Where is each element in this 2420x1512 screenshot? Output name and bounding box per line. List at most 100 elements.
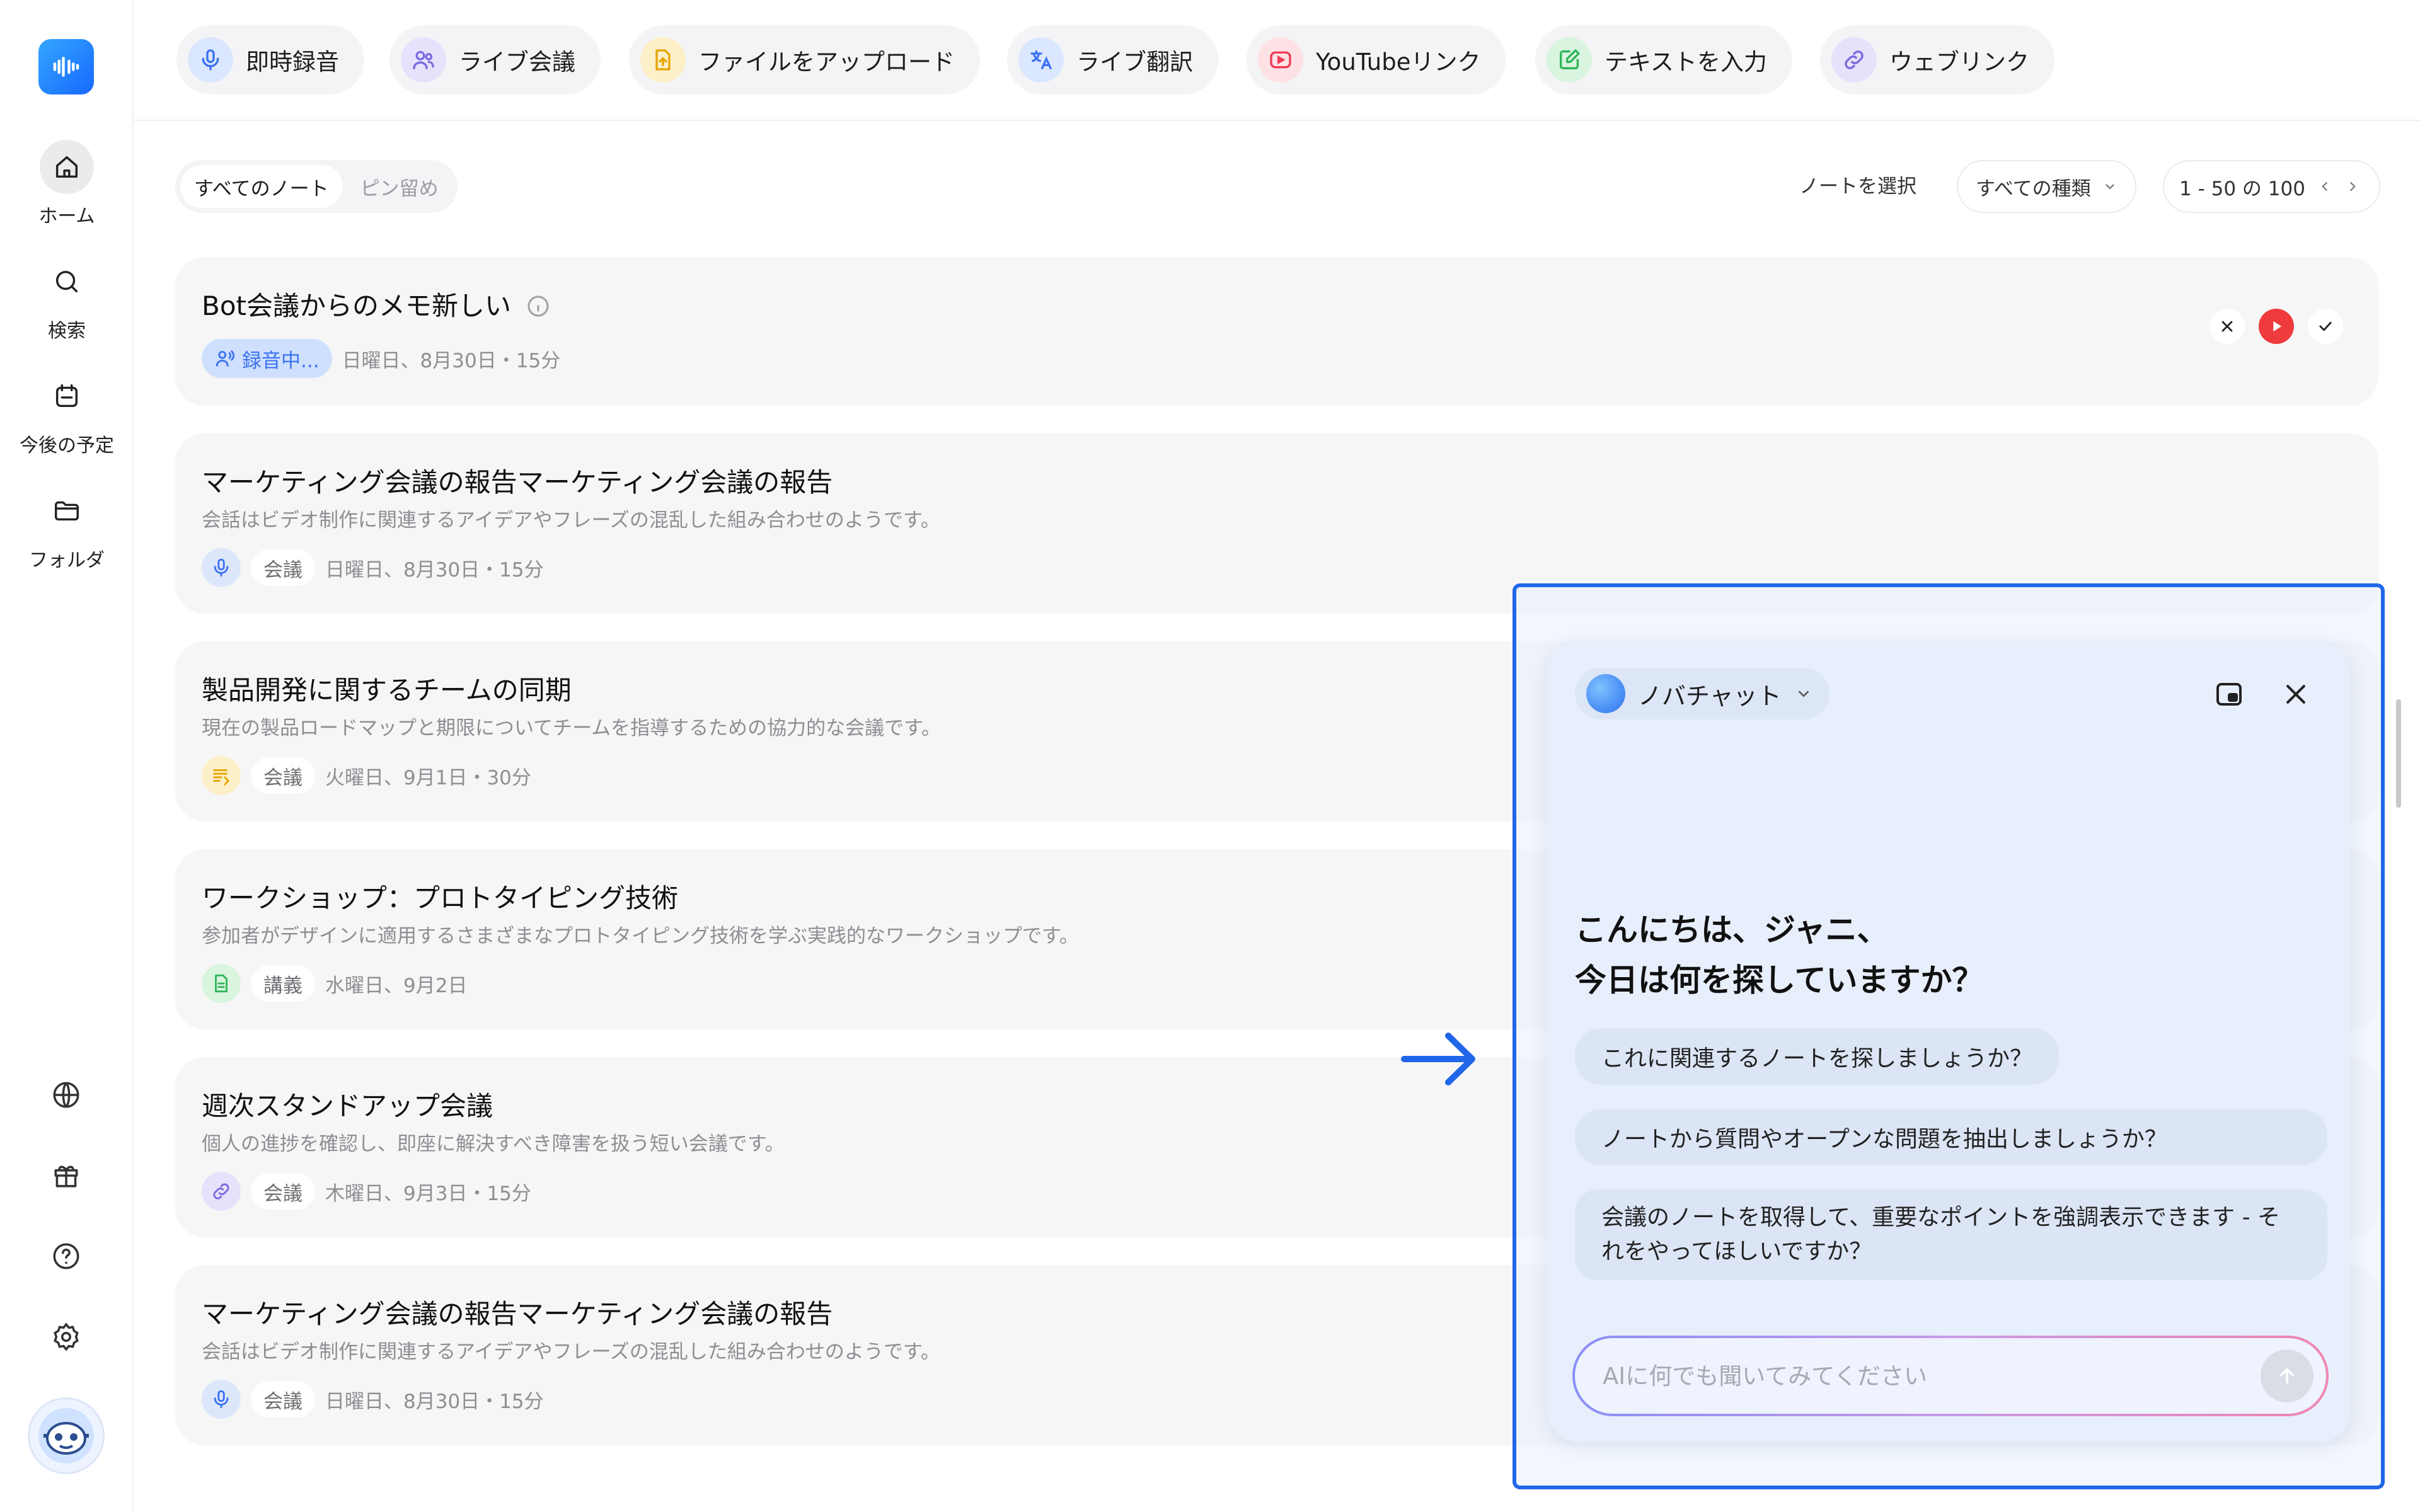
suggestion-chip[interactable]: 会議のノートを取得して、重要なポイントを強調表示できます - それをやってほしい… <box>1575 1189 2327 1280</box>
gift-icon <box>54 1166 78 1188</box>
assistant-orb-icon <box>1586 674 1625 713</box>
upload-file-icon <box>655 49 671 71</box>
app-logo[interactable] <box>38 39 94 94</box>
note-date: 木曜日、9月3日・15分 <box>325 1182 531 1205</box>
link-icon <box>213 1183 229 1200</box>
arrow-right-icon <box>1401 1033 1475 1085</box>
note-date: 日曜日、8月30日・15分 <box>325 558 544 581</box>
select-notes-button[interactable]: ノートを選択 <box>1799 170 1916 198</box>
chevron-down-icon <box>2106 184 2114 190</box>
scrollbar-thumb[interactable] <box>2396 699 2401 808</box>
link-icon <box>1845 50 1864 69</box>
toolbar-button-label: ウェブリンク <box>1889 49 2029 76</box>
sidebar-item-search[interactable]: 検索 <box>0 255 134 343</box>
play-icon <box>2273 321 2282 332</box>
note-type-tag: 講義 <box>251 965 315 1002</box>
note-meta: 会議 木曜日、9月3日・15分 <box>202 1172 531 1211</box>
help-button[interactable] <box>38 1228 94 1284</box>
note-title: 週次スタンドアップ会議 <box>202 1091 493 1121</box>
language-button[interactable] <box>38 1067 94 1123</box>
note-date: 水曜日、9月2日 <box>325 974 468 997</box>
note-meta: 会議 日曜日、8月30日・15分 <box>202 548 544 587</box>
tab-all-notes[interactable]: すべてのノート <box>180 165 343 208</box>
search-icon <box>55 270 78 293</box>
help-icon <box>53 1243 79 1269</box>
instant-record-button[interactable]: 即時録音 <box>176 25 364 94</box>
note-meta: 録音中... 日曜日、8月30日・15分 <box>202 339 560 378</box>
document-icon <box>215 974 228 993</box>
recording-actions <box>2210 309 2343 344</box>
text-note-icon <box>213 769 230 786</box>
note-description: 参加者がデザインに適用するさまざまなプロトタイピング技術を学ぶ実践的なワークショ… <box>202 925 1079 948</box>
note-date: 日曜日、8月30日・15分 <box>325 1390 544 1413</box>
sidebar-item-folders[interactable]: フォルダ <box>0 484 134 572</box>
toolbar-button-label: ファイルをアップロード <box>698 49 955 76</box>
info-icon[interactable] <box>526 294 551 319</box>
pagination-range: 1 - 50 の 100 <box>2179 177 2305 200</box>
pagination: 1 - 50 の 100 <box>2163 160 2380 213</box>
settings-button[interactable] <box>38 1309 94 1365</box>
youtube-link-button[interactable]: YouTubeリンク <box>1247 25 1506 94</box>
sidebar-item-label: フォルダ <box>29 549 105 571</box>
type-filter-dropdown[interactable]: すべての種類 <box>1957 160 2136 213</box>
recording-status-badge: 録音中... <box>202 339 332 378</box>
note-card-recording[interactable]: Bot会議からのメモ新しい 録音中... 日曜日、8月30日・15分 <box>175 257 2378 406</box>
sidebar-item-home[interactable]: ホーム <box>0 140 134 228</box>
calendar-icon <box>55 384 78 408</box>
note-description: 個人の進捗を確認し、即座に解決すべき障害を扱う短い会議です。 <box>202 1133 785 1155</box>
upload-file-button[interactable]: ファイルをアップロード <box>629 25 980 94</box>
microphone-icon <box>214 558 229 577</box>
send-button[interactable] <box>2261 1349 2313 1402</box>
youtube-icon <box>1270 51 1291 69</box>
microphone-icon <box>214 1390 229 1409</box>
sidebar-item-label: ホーム <box>38 205 95 227</box>
translate-icon <box>1030 50 1052 70</box>
sidebar-item-upcoming[interactable]: 今後の予定 <box>0 369 134 457</box>
home-icon <box>55 156 78 178</box>
picture-in-picture-button[interactable] <box>2209 674 2249 714</box>
confirm-recording-button[interactable] <box>2308 309 2343 344</box>
folder-icon <box>55 501 79 521</box>
suggestion-chip[interactable]: これに関連するノートを探しましょうか？ <box>1575 1028 2060 1085</box>
chat-input[interactable] <box>1603 1362 2261 1390</box>
check-icon <box>2319 321 2332 331</box>
people-icon <box>413 50 434 70</box>
toolbar-button-label: ライブ翻訳 <box>1076 49 1193 76</box>
chevron-right-icon[interactable] <box>2344 178 2361 195</box>
suggestion-chip[interactable]: ノートから質問やオープンな問題を抽出しましょうか？ <box>1575 1109 2327 1166</box>
arrow-up-icon <box>2280 1368 2294 1384</box>
chevron-left-icon[interactable] <box>2317 178 2333 195</box>
close-chat-button[interactable] <box>2276 674 2316 714</box>
live-meeting-button[interactable]: ライブ会議 <box>389 25 601 94</box>
type-filter-value: すべての種類 <box>1976 177 2091 200</box>
note-title: 製品開発に関するチームの同期 <box>202 675 572 706</box>
avatar[interactable] <box>28 1397 105 1474</box>
close-icon <box>2286 685 2305 704</box>
web-link-button[interactable]: ウェブリンク <box>1820 25 2054 94</box>
tab-pinned[interactable]: ピン留め <box>347 165 452 208</box>
sidebar: ホーム 検索 今後の予定 フォルダ <box>0 0 134 1512</box>
top-toolbar: 即時録音 ライブ会議 ファイルをアップロード ライブ翻訳 YouTubeリンク … <box>134 0 2420 121</box>
note-type-tag: 会議 <box>251 757 315 794</box>
note-description: 会話はビデオ制作に関連するアイデアやフレーズの混乱した組み合わせのようです。 <box>202 1341 940 1363</box>
note-type-tag: 会議 <box>251 549 315 586</box>
enter-text-button[interactable]: テキストを入力 <box>1535 25 1792 94</box>
ai-chat-panel: ノバチャット こんにちは、ジャニ、 今日は何を探していますか？ これに関連するノ… <box>1547 641 2351 1443</box>
gift-button[interactable] <box>38 1148 94 1203</box>
assistant-selector[interactable]: ノバチャット <box>1575 668 1829 719</box>
sidebar-item-label: 検索 <box>48 320 86 342</box>
toolbar-button-label: ライブ会議 <box>459 49 575 76</box>
sidebar-item-label: 今後の予定 <box>20 435 114 457</box>
live-translate-button[interactable]: ライブ翻訳 <box>1007 25 1218 94</box>
cancel-recording-button[interactable] <box>2210 309 2245 344</box>
play-recording-button[interactable] <box>2259 309 2294 344</box>
note-date: 火曜日、9月1日・30分 <box>325 766 531 789</box>
edit-icon <box>1560 49 1580 70</box>
person-voice-icon <box>216 350 235 367</box>
note-title: マーケティング会議の報告マーケティング会議の報告 <box>202 1298 833 1329</box>
note-description: 会話はビデオ制作に関連するアイデアやフレーズの混乱した組み合わせのようです。 <box>202 509 940 532</box>
notes-filter-tabs: すべてのノート ピン留め <box>175 160 458 213</box>
note-type-tag: 会議 <box>251 1173 315 1210</box>
note-meta: 会議 火曜日、9月1日・30分 <box>202 756 531 795</box>
microphone-icon <box>202 49 219 71</box>
